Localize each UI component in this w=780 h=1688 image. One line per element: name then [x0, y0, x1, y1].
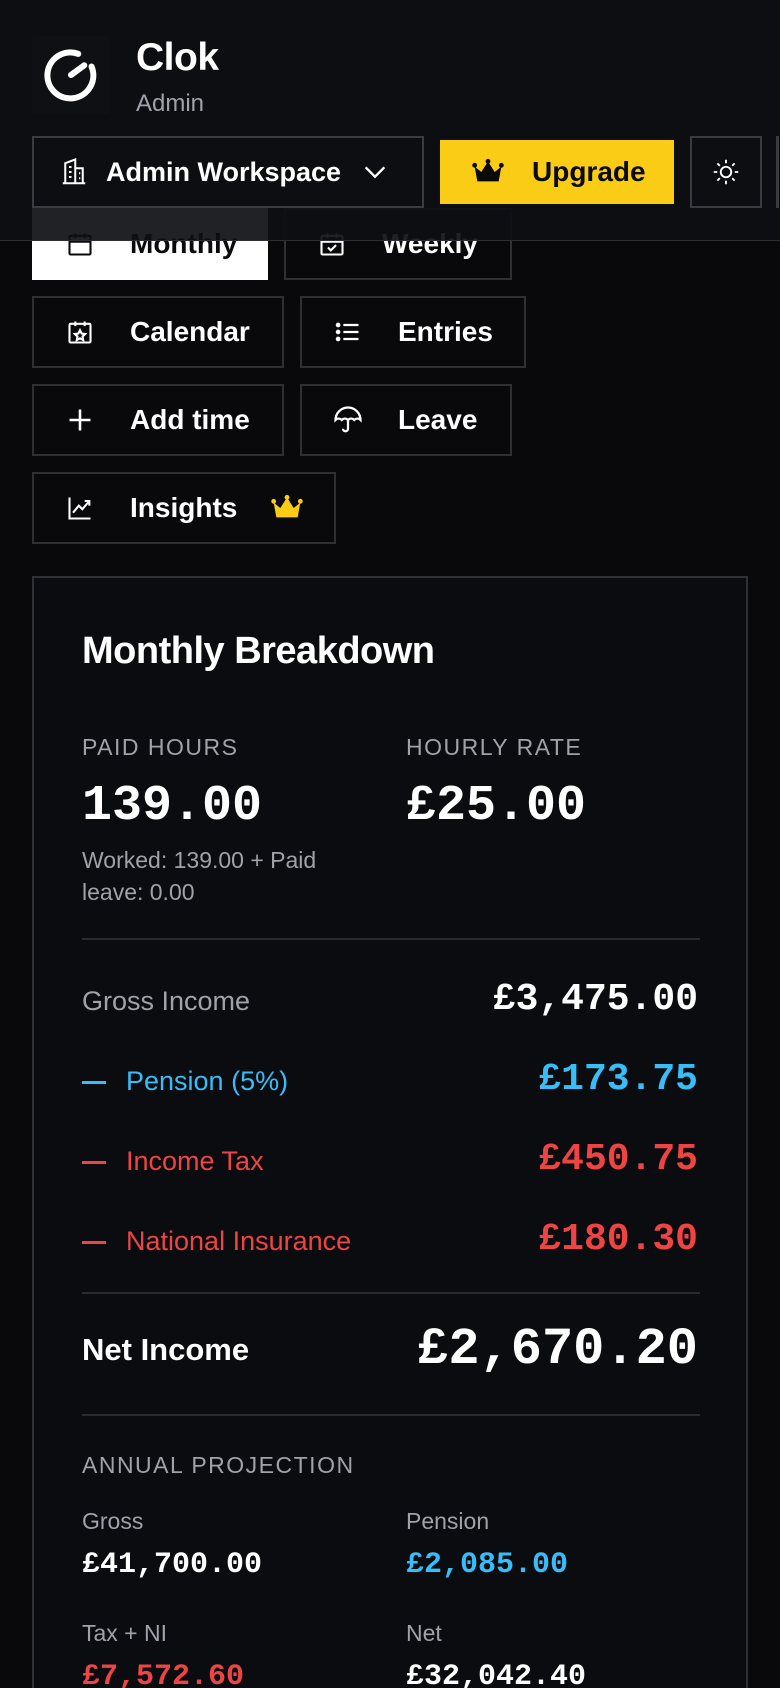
workspace-label: Admin Workspace [106, 156, 342, 187]
list-icon [332, 316, 364, 348]
nav-add-time-label: Add time [130, 404, 250, 435]
nav-leave[interactable]: Leave [300, 384, 512, 456]
proj-taxni-label: Tax + NI [82, 1620, 168, 1646]
paid-hours-note: Worked: 139.00 + Paid leave: 0.00 [82, 847, 317, 905]
gross-income-value: £3,475.00 [492, 978, 698, 1021]
chevron-down-icon [361, 158, 389, 186]
theme-toggle-button[interactable] [690, 136, 762, 208]
pension-value: £173.75 [538, 1058, 698, 1101]
sun-icon [712, 158, 740, 186]
umbrella-icon [332, 404, 364, 436]
national-insurance-value: £180.30 [538, 1218, 698, 1261]
divider [82, 938, 700, 940]
divider [82, 1292, 700, 1294]
app-title: Clok [136, 36, 219, 79]
hourly-rate-label: HOURLY RATE [406, 734, 583, 760]
crown-icon [271, 494, 304, 522]
proj-taxni-value: £7,572.60 [82, 1660, 245, 1688]
upgrade-label: Upgrade [532, 156, 646, 187]
plus-icon [64, 404, 96, 436]
divider [82, 1414, 700, 1416]
nav-calendar-label: Calendar [130, 316, 250, 347]
net-income-value: £2,670.20 [417, 1320, 698, 1379]
upgrade-button[interactable]: Upgrade [440, 140, 674, 204]
card-title: Monthly Breakdown [82, 630, 435, 672]
clock-logo-icon [42, 46, 100, 104]
calendar-star-icon [64, 316, 96, 348]
monthly-breakdown-card: Monthly Breakdown PAID HOURS 139.00 Work… [32, 576, 748, 1688]
app-screen: Monthly Weekly Calendar Entries Add time… [0, 0, 780, 1688]
paid-hours-value: 139.00 [82, 778, 263, 835]
user-role: Admin [136, 90, 205, 117]
income-tax-row: Income Tax [82, 1146, 264, 1177]
national-insurance-row: National Insurance [82, 1226, 351, 1257]
nav-calendar[interactable]: Calendar [32, 296, 284, 368]
app-logo[interactable] [32, 36, 110, 114]
national-insurance-label: National Insurance [126, 1226, 352, 1256]
net-income-label: Net Income [82, 1332, 250, 1367]
nav-add-time[interactable]: Add time [32, 384, 284, 456]
proj-pension-label: Pension [406, 1508, 490, 1534]
gross-income-label: Gross Income [82, 986, 251, 1016]
pension-row: Pension (5%) [82, 1066, 288, 1097]
minus-icon [82, 1081, 106, 1085]
nav-insights[interactable]: Insights [32, 472, 336, 544]
minus-icon [82, 1161, 106, 1165]
nav-insights-label: Insights [130, 492, 238, 523]
trend-chart-icon [64, 492, 96, 524]
workspace-selector[interactable]: Admin Workspace [32, 136, 424, 208]
pension-label: Pension (5%) [126, 1066, 289, 1096]
nav-entries-label: Entries [398, 316, 493, 347]
proj-pension-value: £2,085.00 [406, 1548, 569, 1582]
annual-projection-title: ANNUAL PROJECTION [82, 1452, 355, 1478]
overflow-button-edge[interactable] [776, 136, 779, 208]
proj-net-value: £32,042.40 [406, 1660, 587, 1688]
minus-icon [82, 1241, 106, 1245]
hourly-rate-value: £25.00 [406, 778, 587, 835]
proj-gross-value: £41,700.00 [82, 1548, 263, 1582]
income-tax-value: £450.75 [538, 1138, 698, 1181]
crown-icon [472, 155, 506, 189]
nav-leave-label: Leave [398, 404, 478, 435]
proj-gross-label: Gross [82, 1508, 144, 1534]
proj-net-label: Net [406, 1620, 442, 1646]
app-header: Clok Admin Admin Workspace Upgrade [0, 0, 780, 241]
nav-entries[interactable]: Entries [300, 296, 526, 368]
income-tax-label: Income Tax [126, 1146, 264, 1176]
building-icon [58, 156, 90, 188]
paid-hours-label: PAID HOURS [82, 734, 239, 760]
